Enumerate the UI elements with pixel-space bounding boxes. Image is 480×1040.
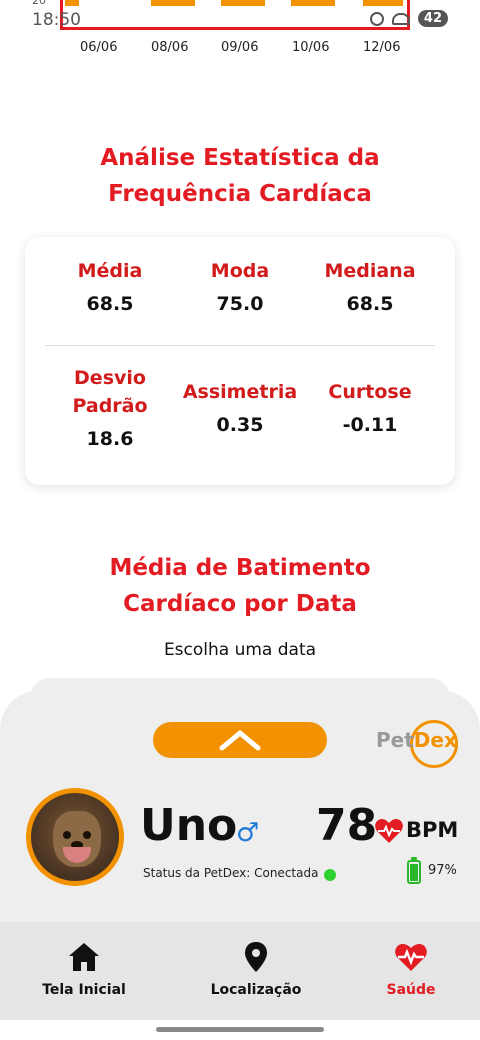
choose-date-button[interactable]: Escolha uma data (0, 640, 480, 660)
connection-status: Status da PetDex: Conectada (143, 866, 319, 880)
nav-location[interactable]: Localização (176, 940, 336, 998)
stat-mean: Média 68.5 (40, 257, 180, 315)
status-bar: 18:50 42 (0, 0, 480, 38)
stat-value: 68.5 (86, 293, 134, 315)
stat-label-line2: Padrão (72, 395, 148, 417)
stat-value: 68.5 (346, 293, 394, 315)
eye (63, 831, 71, 839)
chart-x-tick: 08/06 (151, 40, 189, 55)
battery-fill (410, 864, 418, 881)
pet-avatar[interactable] (26, 788, 124, 886)
home-icon (69, 943, 99, 971)
stat-std-dev: Desvio Padrão 18.6 (40, 364, 180, 450)
stats-card: Média 68.5 Moda 75.0 Mediana 68.5 Desvio… (25, 237, 455, 485)
chart-x-tick: 06/06 (80, 40, 118, 55)
heart-pulse-icon (375, 819, 403, 843)
stat-value: 75.0 (216, 293, 264, 315)
stats-title-line2: Frequência Cardíaca (108, 181, 372, 207)
stat-label: Média (77, 260, 143, 282)
eye (83, 831, 91, 839)
stat-label: Curtose (328, 381, 412, 403)
stat-label-line1: Desvio (74, 367, 146, 389)
stat-skewness: Assimetria 0.35 (170, 378, 310, 436)
nav-label: Saúde (386, 982, 436, 998)
wifi-icon (391, 12, 410, 25)
stats-title-line1: Análise Estatística da (100, 145, 380, 171)
bpm-unit: BPM (406, 818, 459, 842)
chart-x-tick: 12/06 (363, 40, 401, 55)
stat-value: -0.11 (342, 414, 398, 436)
petdex-logo: PetDex (376, 720, 462, 772)
stat-value: 0.35 (216, 414, 264, 436)
logo-part2: Dex (413, 728, 457, 752)
stat-label: Assimetria (182, 381, 298, 403)
battery-icon (407, 857, 421, 884)
stat-label: Mediana (324, 260, 416, 282)
system-home-indicator[interactable] (156, 1027, 324, 1032)
battery-percent: 97% (428, 863, 457, 878)
pet-name: Uno (140, 800, 238, 851)
daily-avg-title: Média de Batimento Cardíaco por Data (0, 550, 480, 622)
stat-value: 18.6 (86, 428, 134, 450)
card-divider (45, 345, 435, 346)
status-time: 18:50 (32, 10, 81, 30)
status-icons: 42 (369, 10, 448, 27)
chart-x-tick: 10/06 (292, 40, 330, 55)
sheet-edge (30, 678, 450, 718)
nav-label: Localização (210, 982, 302, 998)
bottom-nav: Tela Inicial Localização Saúde (0, 922, 480, 1020)
chevron-up-icon (219, 730, 261, 751)
bpm-value: 78 (316, 800, 378, 851)
daily-avg-title-line1: Média de Batimento (109, 555, 371, 581)
app-screen: 20 06/06 08/06 09/06 10/06 12/06 18:50 4… (0, 0, 480, 1040)
logo-text: PetDex (376, 728, 457, 752)
nav-home[interactable]: Tela Inicial (4, 940, 164, 998)
battery-badge: 42 (417, 10, 448, 27)
stat-median: Mediana 68.5 (300, 257, 440, 315)
connection-status-dot (324, 869, 336, 881)
male-sex-icon: ♂ (236, 818, 260, 848)
stats-title: Análise Estatística da Frequência Cardía… (0, 140, 480, 212)
stat-mode: Moda 75.0 (170, 257, 310, 315)
dog-face-illustration (53, 811, 101, 867)
mute-icon (369, 11, 384, 26)
stat-label: Moda (210, 260, 270, 282)
heart-pulse-icon (395, 944, 427, 971)
daily-avg-title-line2: Cardíaco por Data (123, 591, 357, 617)
location-pin-icon (245, 942, 267, 972)
nav-label: Tela Inicial (42, 982, 126, 998)
chart-x-tick: 09/06 (221, 40, 259, 55)
stat-kurtosis: Curtose -0.11 (300, 378, 440, 436)
expand-sheet-button[interactable] (153, 722, 327, 758)
nav-health[interactable]: Saúde (331, 940, 480, 998)
mouth (63, 847, 91, 863)
logo-part1: Pet (376, 728, 414, 752)
